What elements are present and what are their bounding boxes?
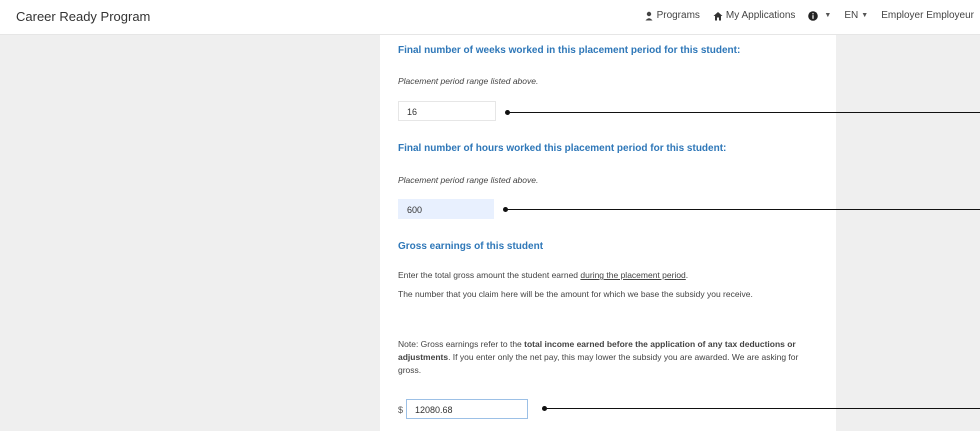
currency-symbol: $	[398, 405, 404, 415]
help-dropdown[interactable]: ▼	[808, 10, 832, 21]
hours-hint: Placement period range listed above.	[398, 175, 539, 185]
hours-title: Final number of hours worked this placem…	[398, 143, 727, 154]
earnings-instruction: Enter the total gross amount the student…	[398, 269, 688, 282]
top-navbar: Career Ready Program Programs My Applica…	[0, 0, 980, 35]
weeks-title: Final number of weeks worked in this pla…	[398, 45, 741, 56]
earnings-instruction-suffix: .	[685, 270, 689, 280]
nav-programs-label: Programs	[656, 10, 700, 21]
nav-menu: Programs My Applications ▼ EN ▼ Employer…	[631, 10, 974, 21]
app-title[interactable]: Career Ready Program	[16, 9, 150, 24]
info-circle-icon	[808, 10, 819, 21]
graduation-icon	[645, 11, 653, 20]
hours-input[interactable]: 600	[398, 199, 494, 219]
placement-period-link[interactable]: during the placement period	[580, 270, 685, 280]
pointer-line	[545, 408, 980, 409]
language-label: EN	[844, 10, 859, 21]
weeks-input[interactable]: 16	[398, 101, 496, 121]
earnings-title: Gross earnings of this student	[398, 241, 544, 252]
note-prefix: Note: Gross earnings refer to the	[398, 339, 525, 349]
pointer-line	[506, 209, 980, 210]
chevron-down-icon: ▼	[861, 12, 869, 19]
nav-programs[interactable]: Programs	[644, 10, 700, 21]
user-name: Employer Employeur	[881, 10, 974, 21]
form-panel: Final number of weeks worked in this pla…	[380, 35, 836, 431]
earnings-instruction-prefix: Enter the total gross amount the student…	[398, 270, 581, 280]
user-menu[interactable]: Employer Employeur	[881, 10, 974, 21]
language-dropdown[interactable]: EN ▼	[844, 10, 868, 21]
note-suffix: . If you enter only the net pay, this ma…	[398, 352, 799, 375]
earnings-subsidy-note: The number that you claim here will be t…	[398, 289, 753, 299]
nav-my-applications[interactable]: My Applications	[713, 10, 795, 21]
left-margin-panel	[0, 35, 380, 431]
nav-my-applications-label: My Applications	[725, 10, 796, 21]
weeks-hint: Placement period range listed above.	[398, 76, 539, 86]
home-icon	[713, 11, 723, 20]
gross-earnings-input[interactable]: 12080.68	[406, 399, 528, 419]
chevron-down-icon: ▼	[824, 12, 832, 19]
pointer-line	[508, 112, 980, 113]
earnings-gross-note: Note: Gross earnings refer to the total …	[398, 338, 823, 377]
right-margin-panel	[836, 35, 980, 431]
